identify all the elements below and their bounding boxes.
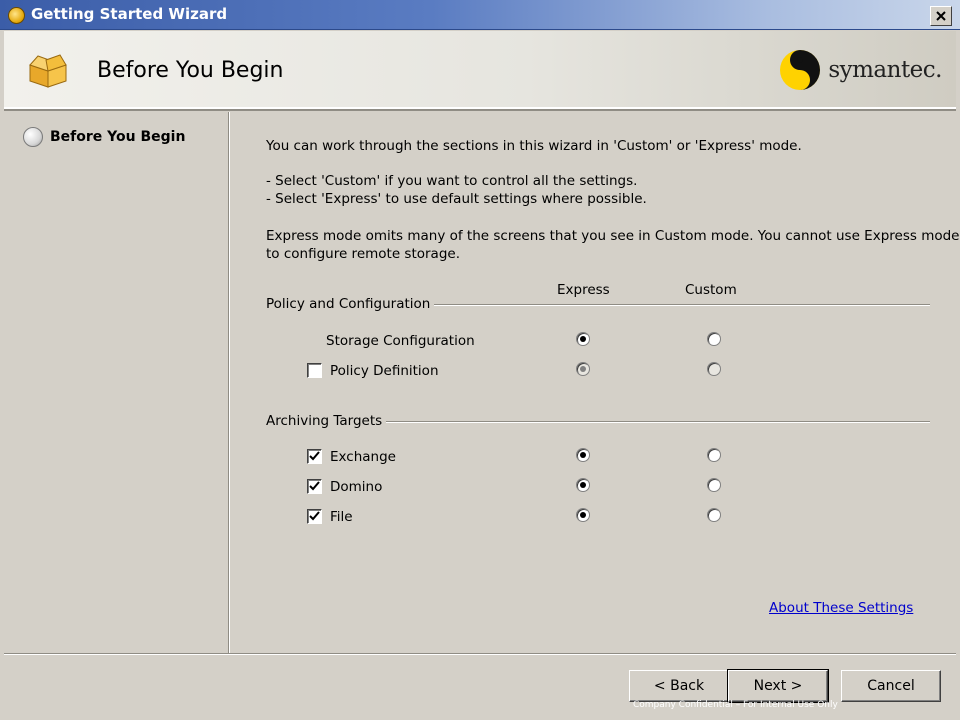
cancel-button[interactable]: Cancel xyxy=(841,670,941,702)
file-label: File xyxy=(330,509,353,525)
exchange-label: Exchange xyxy=(330,449,396,465)
sidebar-item-label: Before You Begin xyxy=(50,129,186,145)
domino-custom-radio[interactable] xyxy=(707,478,721,492)
storage-configuration-custom-radio[interactable] xyxy=(707,332,721,346)
exchange-express-radio[interactable] xyxy=(576,448,590,462)
close-button[interactable] xyxy=(930,6,952,26)
file-checkbox[interactable] xyxy=(307,509,322,524)
header-banner: Before You Begin symantec. xyxy=(4,31,956,109)
back-button[interactable]: < Back xyxy=(629,670,729,702)
intro-text: You can work through the sections in thi… xyxy=(266,138,802,154)
header-divider xyxy=(4,109,956,111)
group-divider xyxy=(386,421,930,423)
next-button[interactable]: Next > xyxy=(727,669,829,703)
checkmark-icon xyxy=(309,481,320,491)
archiving-targets-group: Archiving Targets xyxy=(266,413,930,429)
step-indicator-icon xyxy=(23,127,43,147)
symantec-logo: symantec. xyxy=(778,45,942,95)
policy-config-group: Policy and Configuration xyxy=(266,296,930,312)
express-note-line-2: to configure remote storage. xyxy=(266,246,460,262)
symantec-logo-icon xyxy=(780,50,821,90)
storage-configuration-express-radio[interactable] xyxy=(576,332,590,346)
sidebar-item-before-you-begin[interactable]: Before You Begin xyxy=(23,127,185,147)
open-box-icon xyxy=(29,54,67,88)
checkmark-icon xyxy=(309,451,320,461)
page-title: Before You Begin xyxy=(97,58,284,83)
checkmark-icon xyxy=(309,511,320,521)
group-title: Archiving Targets xyxy=(266,413,383,429)
express-bullet: - Select 'Express' to use default settin… xyxy=(266,191,647,207)
wizard-app-icon xyxy=(8,7,25,24)
domino-checkbox[interactable] xyxy=(307,479,322,494)
express-note-line-1: Express mode omits many of the screens t… xyxy=(266,228,960,244)
group-title: Policy and Configuration xyxy=(266,296,431,312)
button-bar-divider xyxy=(4,653,956,655)
close-icon xyxy=(936,11,946,21)
confidential-watermark: Company Confidential – For Internal Use … xyxy=(633,700,838,710)
file-custom-radio[interactable] xyxy=(707,508,721,522)
about-these-settings-link[interactable]: About These Settings xyxy=(769,600,913,616)
domino-label: Domino xyxy=(330,479,383,495)
window-title: Getting Started Wizard xyxy=(31,5,228,23)
storage-configuration-label: Storage Configuration xyxy=(326,333,475,349)
custom-bullet: - Select 'Custom' if you want to control… xyxy=(266,173,638,189)
exchange-checkbox[interactable] xyxy=(307,449,322,464)
domino-express-radio[interactable] xyxy=(576,478,590,492)
wizard-sidebar: Before You Begin xyxy=(4,112,228,653)
sidebar-divider xyxy=(228,112,230,653)
policy-definition-label: Policy Definition xyxy=(330,363,439,379)
logo-text: symantec. xyxy=(828,57,942,83)
group-divider xyxy=(434,304,930,306)
title-bar: Getting Started Wizard xyxy=(0,0,960,30)
exchange-custom-radio[interactable] xyxy=(707,448,721,462)
policy-definition-custom-radio[interactable] xyxy=(707,362,721,376)
wizard-content: You can work through the sections in thi… xyxy=(266,112,959,652)
policy-definition-checkbox[interactable] xyxy=(307,363,322,378)
file-express-radio[interactable] xyxy=(576,508,590,522)
policy-definition-express-radio[interactable] xyxy=(576,362,590,376)
